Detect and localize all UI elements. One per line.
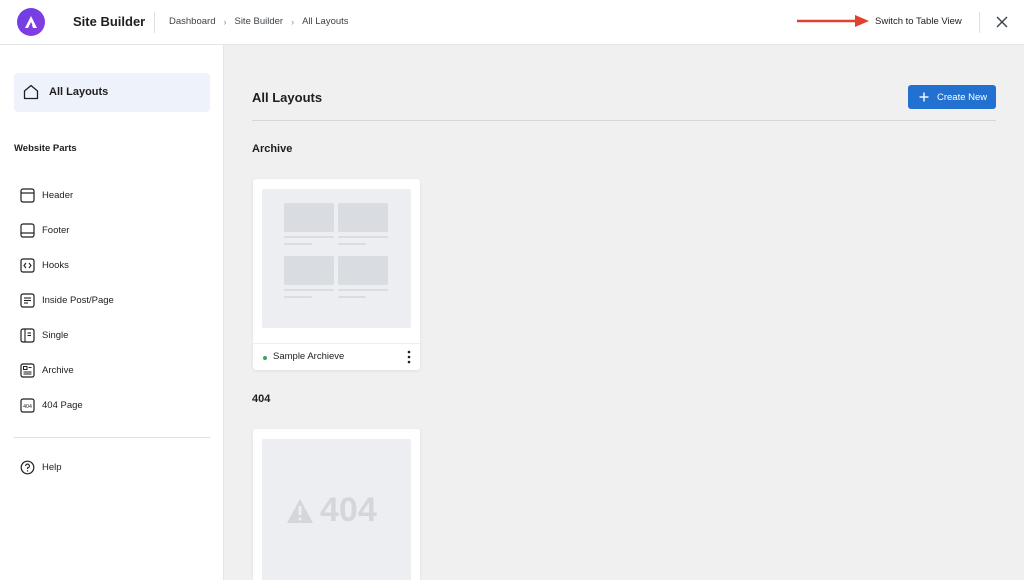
layout-card[interactable]: 404 [253,429,420,580]
status-dot [263,356,267,360]
sidebar-item-label: Hooks [42,259,69,271]
help-icon [20,460,35,474]
thumbnail-line [338,243,366,245]
layout-card[interactable]: Sample Archieve [253,179,420,370]
more-options-icon[interactable] [407,350,411,364]
sidebar-item-label: Archive [42,364,74,376]
sidebar-item-label: Help [42,461,62,473]
main-content: All Layouts Create New Archive Sample Ar… [224,45,1024,580]
layout-name[interactable]: Sample Archieve [273,351,344,362]
create-new-label: Create New [937,91,988,103]
website-parts-heading: Website Parts [14,143,77,154]
footer-icon [20,222,35,238]
title-divider [252,120,996,121]
thumbnail-line [284,243,312,245]
sidebar-item-label: Header [42,189,74,201]
page-title: All Layouts [252,90,323,105]
sidebar-item-archive[interactable]: Archive [20,360,210,380]
app-title: Site Builder [73,14,146,29]
404-page-icon: 404 [20,397,35,413]
single-icon [20,327,35,343]
layout-thumbnail[interactable]: 404 [262,439,411,580]
sidebar-item-footer[interactable]: Footer [20,220,210,240]
astra-logo-icon[interactable] [17,8,45,36]
sidebar-item-404-page[interactable]: 404 404 Page [20,395,210,415]
breadcrumb-separator: › [223,16,227,27]
sidebar-item-inside-post-page[interactable]: Inside Post/Page [20,290,210,310]
breadcrumb: Dashboard › Site Builder › All Layouts [169,16,349,27]
group-title-404: 404 [252,393,271,405]
close-icon[interactable] [994,14,1010,30]
header-icon [20,187,35,203]
sidebar-item-label: Inside Post/Page [42,294,114,306]
sidebar-item-all-layouts[interactable]: All Layouts [14,73,210,112]
card-footer: Sample Archieve [253,343,420,370]
404-placeholder: 404 [286,491,377,530]
sidebar-item-label: Footer [42,224,70,236]
thumbnail-line [338,289,388,291]
hooks-icon [20,257,35,273]
sidebar: All Layouts Website Parts Header Footer … [0,45,224,580]
breadcrumb-dashboard[interactable]: Dashboard [169,16,215,27]
top-bar: Site Builder Dashboard › Site Builder › … [0,0,1024,45]
thumbnail-line [338,296,366,298]
sidebar-item-label: Single [42,329,69,341]
archive-icon [20,362,35,378]
plus-icon [919,92,929,102]
warning-icon [287,498,313,523]
thumbnail-line [338,236,388,238]
thumbnail-line [284,296,312,298]
switch-to-table-view-link[interactable]: Switch to Table View [875,16,962,27]
404-text: 404 [320,491,377,529]
home-icon [23,84,39,100]
thumbnail-line [284,236,334,238]
breadcrumb-all-layouts: All Layouts [302,16,349,27]
header-divider [979,12,980,33]
header-divider [154,12,155,33]
sidebar-divider [14,437,210,438]
sidebar-item-header[interactable]: Header [20,185,210,205]
thumbnail-line [284,289,334,291]
thumbnail-block [284,203,334,232]
create-new-button[interactable]: Create New [908,85,996,109]
thumbnail-block [338,256,388,285]
thumbnail-block [338,203,388,232]
sidebar-item-single[interactable]: Single [20,325,210,345]
group-title-archive: Archive [252,143,293,155]
inside-post-icon [20,292,35,308]
sidebar-item-help[interactable]: Help [20,457,210,477]
annotation-arrow-icon [797,15,869,27]
breadcrumb-separator: › [291,16,295,27]
sidebar-item-label: 404 Page [42,399,83,411]
thumbnail-block [284,256,334,285]
sidebar-item-hooks[interactable]: Hooks [20,255,210,275]
sidebar-item-label: All Layouts [49,86,109,98]
svg-text:404: 404 [23,403,32,409]
breadcrumb-site-builder[interactable]: Site Builder [234,16,283,27]
layout-thumbnail[interactable] [262,189,411,328]
